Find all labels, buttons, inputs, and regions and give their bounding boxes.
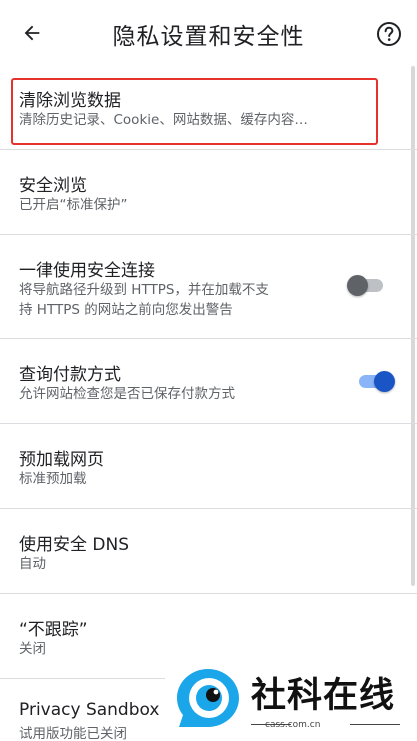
item-subtitle-line-2: 持 HTTPS 的网站之前向您发出警告	[19, 302, 233, 318]
settings-list: 清除浏览数据 清除历史记录、Cookie、网站数据、缓存内容… 安全浏览 已开启…	[0, 66, 417, 741]
payment-methods-toggle[interactable]	[355, 371, 395, 392]
help-button[interactable]	[372, 17, 406, 51]
item-subtitle-line-1: 将导航路径升级到 HTTPS，并在加载不支	[19, 282, 269, 298]
watermark-text: 社科在线	[251, 676, 396, 716]
item-title: 一律使用安全连接	[19, 261, 155, 281]
item-title: 预加载网页	[19, 450, 104, 470]
toggle-knob	[374, 371, 395, 392]
secure-dns-item[interactable]: 使用安全 DNS 自动	[0, 509, 417, 594]
item-subtitle: 已开启“标准保护”	[19, 197, 128, 213]
page-title: 隐私设置和安全性	[112, 24, 305, 50]
item-title: 安全浏览	[19, 176, 87, 196]
item-title: 使用安全 DNS	[19, 535, 130, 555]
item-subtitle: 关闭	[19, 641, 46, 657]
item-title: 清除浏览数据	[19, 91, 121, 111]
preload-pages-item[interactable]: 预加载网页 标准预加载	[0, 424, 417, 509]
item-title: “不跟踪”	[19, 620, 88, 640]
item-title: 查询付款方式	[19, 365, 121, 385]
always-use-secure-connections-item[interactable]: 一律使用安全连接 将导航路径升级到 HTTPS，并在加载不支 持 HTTPS 的…	[0, 235, 417, 339]
watermark: 社科在线 cass.com.cn	[165, 657, 417, 741]
watermark-divider	[350, 724, 400, 725]
app-bar: 隐私设置和安全性	[0, 0, 417, 66]
toggle-knob	[347, 275, 368, 296]
item-subtitle: 清除历史记录、Cookie、网站数据、缓存内容…	[19, 112, 308, 128]
secure-connections-toggle[interactable]	[347, 275, 387, 296]
item-subtitle: 试用版功能已关闭	[19, 726, 127, 741]
watermark-logo	[177, 669, 239, 727]
payment-methods-item[interactable]: 查询付款方式 允许网站检查您是否已保存付款方式	[0, 339, 417, 424]
clear-browsing-data-item[interactable]: 清除浏览数据 清除历史记录、Cookie、网站数据、缓存内容…	[0, 66, 417, 150]
item-title: Privacy Sandbox	[19, 700, 160, 720]
item-subtitle: 自动	[19, 556, 46, 572]
item-subtitle: 标准预加载	[19, 471, 87, 487]
question-circle-icon	[377, 22, 401, 46]
watermark-url: cass.com.cn	[265, 720, 321, 730]
safe-browsing-item[interactable]: 安全浏览 已开启“标准保护”	[0, 150, 417, 235]
item-subtitle: 允许网站检查您是否已保存付款方式	[19, 386, 235, 402]
